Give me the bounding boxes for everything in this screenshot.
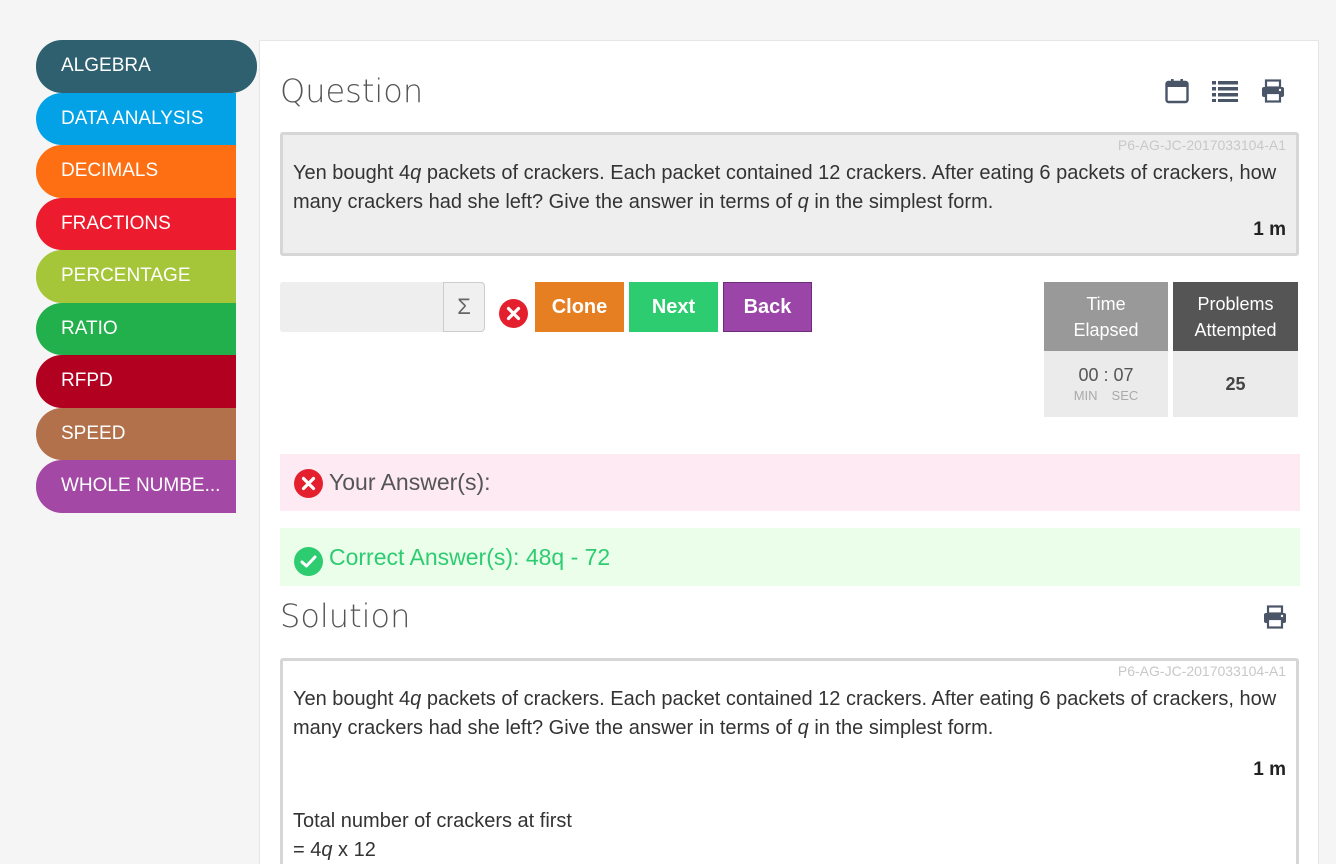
problems-attempted-header: Problems Attempted bbox=[1173, 282, 1298, 351]
sidebar-item-whole-numbers[interactable]: WHOLE NUMBE... bbox=[36, 460, 236, 513]
sidebar-item-percentage[interactable]: PERCENTAGE bbox=[36, 250, 236, 303]
wrong-icon bbox=[499, 299, 528, 328]
question-marks: 1 m bbox=[1253, 219, 1286, 240]
clone-button[interactable]: Clone bbox=[535, 282, 624, 332]
question-title: Question bbox=[280, 72, 424, 110]
solution-step-2: = 4q x 12 bbox=[293, 839, 376, 861]
list-icon[interactable] bbox=[1212, 78, 1238, 104]
solution-question-id: P6-AG-JC-2017033104-A1 bbox=[1117, 663, 1286, 679]
your-answer-bar: Your Answer(s): bbox=[280, 454, 1300, 511]
solution-steps: Total number of crackers at first = 4q x… bbox=[283, 781, 1296, 864]
time-elapsed-header: Time Elapsed bbox=[1044, 282, 1168, 351]
your-answer-label: Your Answer(s): bbox=[329, 469, 491, 495]
topic-sidebar: ALGEBRA DATA ANALYSIS DECIMALS FRACTIONS… bbox=[36, 40, 258, 513]
next-button[interactable]: Next bbox=[629, 282, 718, 332]
solution-box: P6-AG-JC-2017033104-A1 Yen bought 4q pac… bbox=[280, 658, 1299, 864]
print-icon[interactable] bbox=[1260, 78, 1286, 104]
time-elapsed-value: 00 : 07 MIN SEC bbox=[1044, 351, 1168, 417]
correct-answer-bar: Correct Answer(s): 48q - 72 bbox=[280, 528, 1300, 586]
solution-step-1: Total number of crackers at first bbox=[293, 810, 572, 832]
solution-title: Solution bbox=[280, 597, 411, 635]
solution-print-icon[interactable] bbox=[1262, 604, 1288, 630]
wrong-answer-icon bbox=[294, 469, 323, 498]
question-toolbar bbox=[1164, 78, 1286, 104]
check-icon bbox=[294, 546, 323, 576]
answer-input[interactable] bbox=[280, 282, 444, 332]
sidebar-item-ratio[interactable]: RATIO bbox=[36, 302, 236, 355]
calendar-icon[interactable] bbox=[1164, 78, 1190, 104]
question-box: P6-AG-JC-2017033104-A1 Yen bought 4q pac… bbox=[280, 132, 1299, 256]
question-id: P6-AG-JC-2017033104-A1 bbox=[1117, 137, 1286, 153]
math-symbols-button[interactable]: Σ bbox=[443, 282, 485, 332]
main-panel: Question P6-AG-JC-2017033104-A1 Yen boug… bbox=[259, 40, 1319, 864]
correct-answer-label: Correct Answer(s): 48q - 72 bbox=[329, 543, 611, 570]
sidebar-item-data-analysis[interactable]: DATA ANALYSIS bbox=[36, 92, 236, 145]
sidebar-item-speed[interactable]: SPEED bbox=[36, 407, 236, 460]
sidebar-item-decimals[interactable]: DECIMALS bbox=[36, 145, 236, 198]
solution-marks: 1 m bbox=[1253, 759, 1286, 780]
back-button[interactable]: Back bbox=[723, 282, 812, 332]
problems-attempted-value: 25 bbox=[1173, 351, 1298, 417]
sidebar-item-fractions[interactable]: FRACTIONS bbox=[36, 197, 236, 250]
sidebar-item-rfpd[interactable]: RFPD bbox=[36, 355, 236, 408]
sidebar-item-algebra[interactable]: ALGEBRA bbox=[36, 40, 257, 93]
